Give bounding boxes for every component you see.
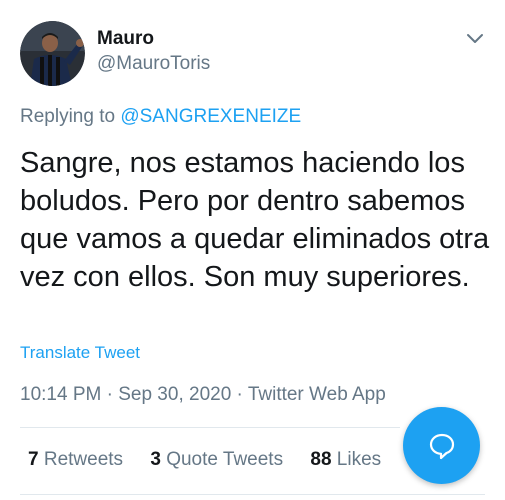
tweet-time[interactable]: 10:14 PM bbox=[20, 384, 101, 405]
divider bbox=[20, 494, 485, 495]
chevron-down-icon[interactable] bbox=[462, 28, 488, 50]
avatar-photo bbox=[20, 21, 85, 86]
divider bbox=[20, 427, 400, 428]
quote-tweets-label: Quote Tweets bbox=[166, 449, 284, 470]
tweet-detail: Mauro @MauroToris Replying to @SANGREXEN… bbox=[0, 0, 505, 500]
likes-count: 88 bbox=[310, 449, 332, 470]
display-name[interactable]: Mauro bbox=[97, 28, 154, 50]
user-handle[interactable]: @MauroToris bbox=[97, 53, 210, 75]
retweets-stat[interactable]: 7 Retweets bbox=[28, 449, 123, 470]
chat-bubble-icon bbox=[429, 433, 454, 459]
quote-tweets-stat[interactable]: 3 Quote Tweets bbox=[150, 449, 283, 470]
quote-tweets-count: 3 bbox=[150, 449, 161, 470]
likes-stat[interactable]: 88 Likes bbox=[310, 449, 381, 470]
compose-reply-button[interactable] bbox=[403, 407, 480, 484]
engagement-stats: 7 Retweets 3 Quote Tweets 88 Likes bbox=[28, 449, 403, 471]
tweet-metadata: 10:14 PM · Sep 30, 2020 · Twitter Web Ap… bbox=[20, 384, 386, 406]
retweets-count: 7 bbox=[28, 449, 39, 470]
tweet-date[interactable]: Sep 30, 2020 bbox=[118, 384, 231, 405]
meta-separator: · bbox=[236, 384, 248, 405]
replying-to: Replying to @SANGREXENEIZE bbox=[20, 106, 301, 128]
tweet-text: Sangre, nos estamos haciendo los boludos… bbox=[20, 147, 490, 293]
tweet-source[interactable]: Twitter Web App bbox=[248, 384, 386, 405]
meta-separator: · bbox=[106, 384, 119, 405]
retweets-label: Retweets bbox=[43, 449, 124, 470]
translate-tweet-link[interactable]: Translate Tweet bbox=[20, 343, 140, 363]
replying-to-label: Replying to bbox=[20, 106, 116, 127]
likes-label: Likes bbox=[336, 449, 382, 470]
avatar[interactable] bbox=[20, 21, 85, 86]
replying-to-mention[interactable]: @SANGREXENEIZE bbox=[120, 106, 301, 127]
